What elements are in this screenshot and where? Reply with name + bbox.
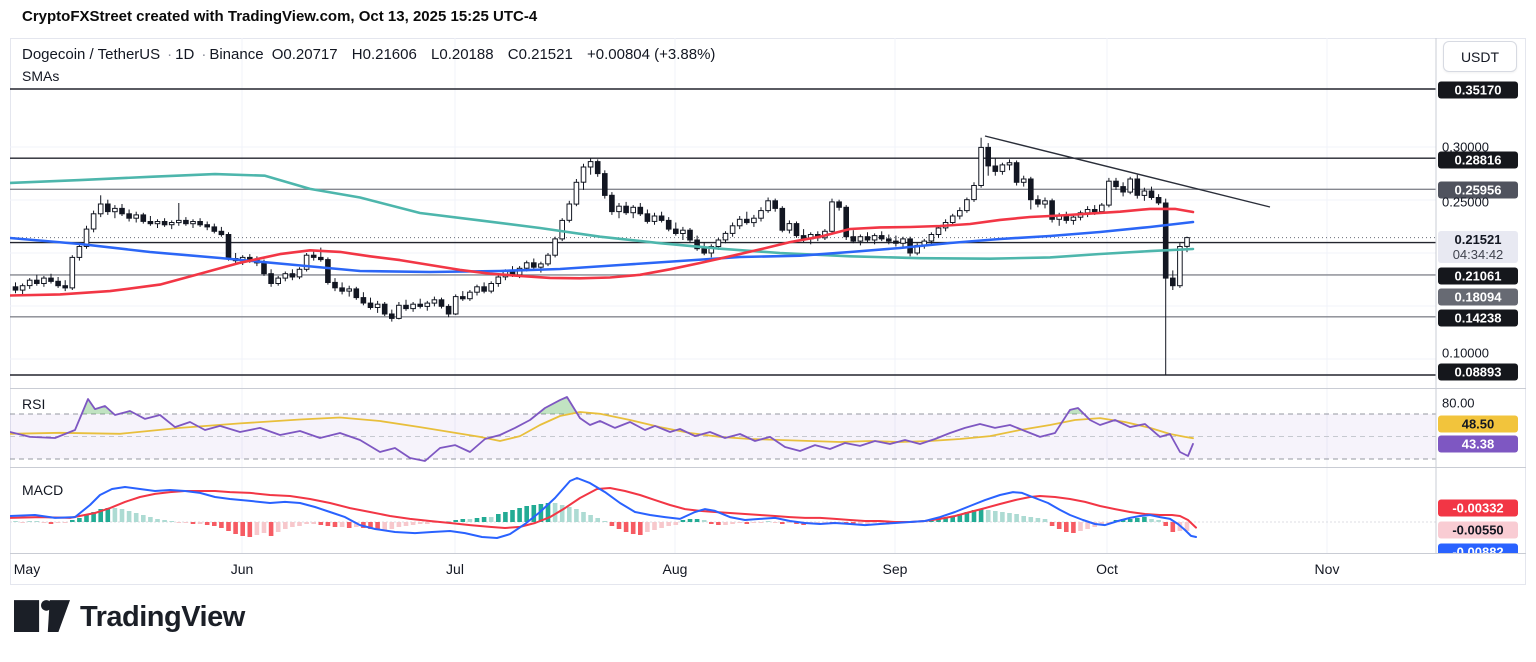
- current-price-value: 0.21521: [1438, 232, 1518, 247]
- bar-countdown: 04:34:42: [1438, 247, 1518, 262]
- price-axis-tick: 0.10000: [1442, 346, 1522, 361]
- month-label-oct[interactable]: Oct: [1096, 561, 1118, 577]
- low-value: L0.20188: [431, 46, 494, 63]
- tradingview-logo-icon: [14, 600, 70, 634]
- price-axis-tick: 80.00: [1442, 396, 1522, 411]
- price-level-badge: 0.35170: [1438, 82, 1518, 99]
- month-label-sep[interactable]: Sep: [883, 561, 908, 577]
- price-axis[interactable]: 0.351700.300000.288160.259560.250000.210…: [1437, 38, 1536, 553]
- month-label-aug[interactable]: Aug: [663, 561, 688, 577]
- month-label-may[interactable]: May: [14, 561, 40, 577]
- exchange-label[interactable]: Binance: [209, 46, 263, 63]
- month-label-jul[interactable]: Jul: [446, 561, 464, 577]
- smas-indicator-label[interactable]: SMAs: [22, 68, 59, 84]
- close-value: C0.21521: [508, 46, 573, 63]
- price-level-badge: -0.00550: [1438, 522, 1518, 539]
- price-axis-tick: 0.25000: [1442, 195, 1522, 210]
- price-level-badge: 0.28816: [1438, 152, 1518, 169]
- symbol-name[interactable]: Dogecoin / TetherUS: [22, 46, 160, 63]
- price-level-badge: 0.18094: [1438, 289, 1518, 306]
- price-level-badge: 43.38: [1438, 436, 1518, 453]
- symbol-legend[interactable]: Dogecoin / TetherUS·1D·Binance O0.20717 …: [22, 46, 729, 63]
- legend-separator: ·: [167, 46, 172, 63]
- price-level-badge: 0.14238: [1438, 310, 1518, 327]
- price-level-badge: -0.00882: [1438, 544, 1518, 554]
- month-label-jun[interactable]: Jun: [231, 561, 254, 577]
- current-price-badge: 0.2152104:34:42: [1438, 231, 1518, 263]
- price-level-badge: 48.50: [1438, 416, 1518, 433]
- macd-indicator-label[interactable]: MACD: [22, 482, 63, 498]
- legend-separator: ·: [201, 46, 206, 63]
- change-value: +0.00804 (+3.88%): [587, 46, 715, 63]
- open-value: O0.20717: [272, 46, 338, 63]
- currency-toggle-button[interactable]: USDT: [1443, 41, 1517, 72]
- price-level-badge: 0.08893: [1438, 364, 1518, 381]
- high-value: H0.21606: [352, 46, 417, 63]
- rsi-indicator-label[interactable]: RSI: [22, 396, 45, 412]
- price-level-badge: -0.00332: [1438, 500, 1518, 517]
- interval-label[interactable]: 1D: [175, 46, 194, 63]
- tradingview-logo[interactable]: TradingView: [14, 600, 245, 634]
- price-level-badge: 0.21061: [1438, 268, 1518, 285]
- time-axis[interactable]: May Jun Jul Aug Sep Oct Nov: [0, 553, 1436, 585]
- tradingview-logo-text: TradingView: [80, 601, 245, 634]
- pane-separator-main-rsi[interactable]: [10, 388, 1526, 389]
- pane-separator-rsi-macd[interactable]: [10, 467, 1526, 468]
- month-label-nov[interactable]: Nov: [1315, 561, 1340, 577]
